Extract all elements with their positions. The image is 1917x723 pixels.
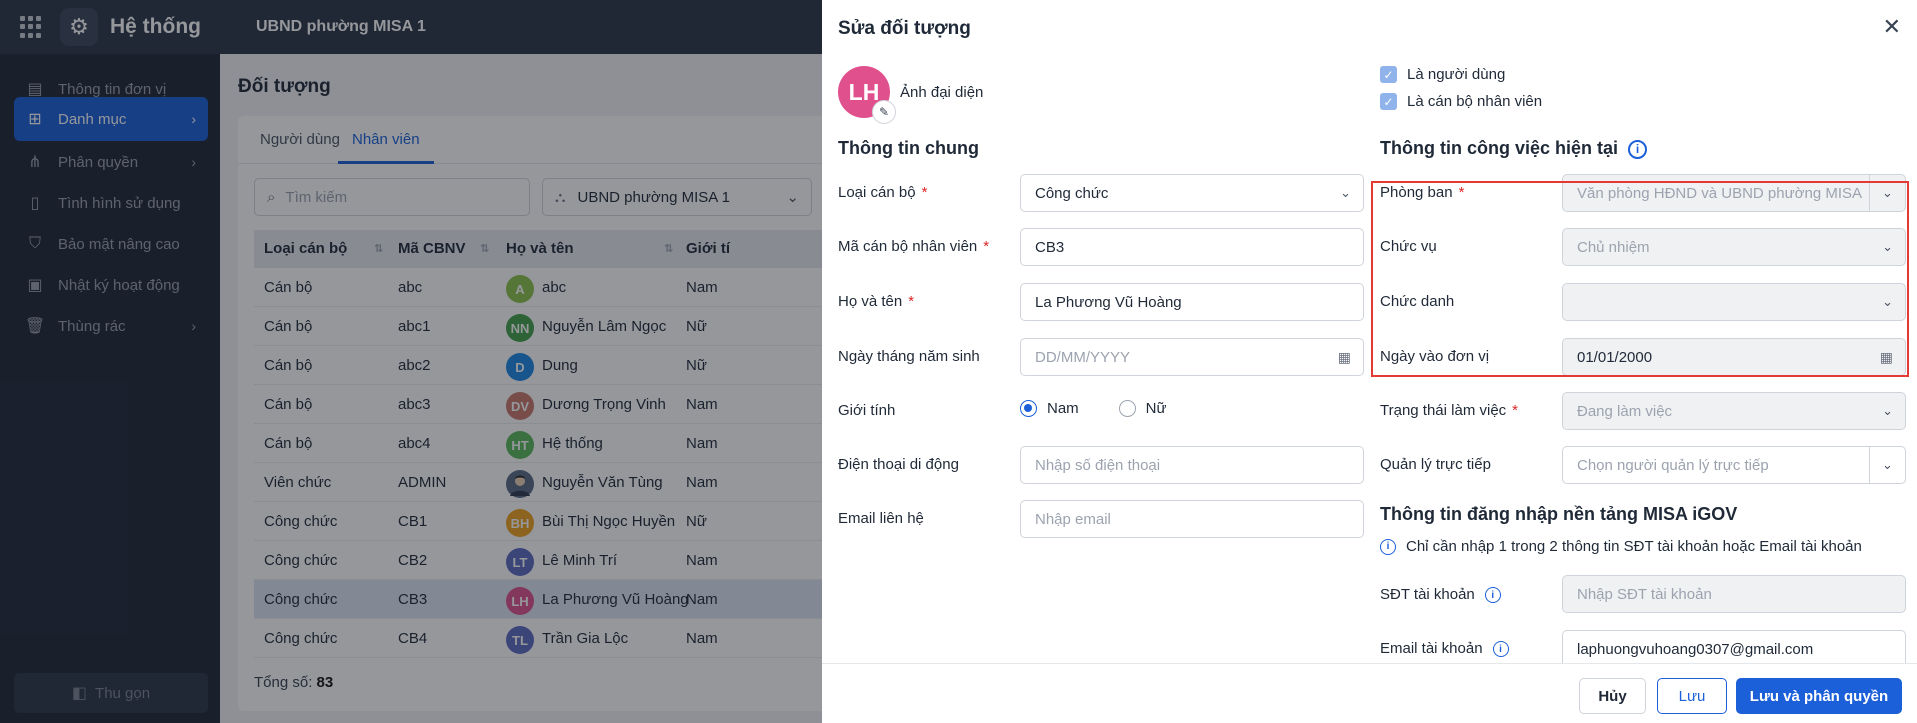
field-value: CB3 (1035, 238, 1065, 256)
label-staff-code: Mã cán bộ nhân viên * (838, 238, 989, 255)
edit-panel: Sửa đối tượng ✕ LH ✎ Ảnh đại diện ✓ Là ng… (822, 0, 1917, 723)
login-note: i Chỉ cần nhập 1 trong 2 thông tin SĐT tà… (1380, 538, 1862, 555)
label-full-name: Họ và tên * (838, 293, 914, 310)
label-text: SĐT tài khoản (1380, 586, 1475, 603)
field-placeholder: Nhập SĐT tài khoản (1577, 585, 1712, 603)
label-birth-date: Ngày tháng năm sinh (838, 348, 980, 365)
save-button[interactable]: Lưu (1657, 678, 1727, 714)
field-value: La Phương Vũ Hoàng (1035, 293, 1182, 311)
mobile-input[interactable]: Nhập số điện thoại (1020, 446, 1364, 484)
avatar-label: Ảnh đại diện (900, 84, 984, 101)
pencil-icon[interactable]: ✎ (872, 100, 896, 124)
staff-type-select[interactable]: Công chức ⌄ (1020, 174, 1364, 212)
gender-radio-group: Nam Nữ (1020, 400, 1167, 417)
label-staff-type: Loại cán bộ * (838, 184, 927, 201)
label-text: Loại cán bộ (838, 184, 916, 201)
contact-email-input[interactable]: Nhập email (1020, 500, 1364, 538)
label-account-phone: SĐT tài khoản i (1380, 586, 1501, 604)
info-icon[interactable]: i (1492, 641, 1509, 658)
note-text: Chỉ cần nhập 1 trong 2 thông tin SĐT tài… (1406, 538, 1862, 555)
label-mobile: Điện thoại di động (838, 456, 959, 473)
field-placeholder: Chọn người quản lý trực tiếp (1577, 456, 1769, 474)
checkbox-is-staff[interactable]: ✓ Là cán bộ nhân viên (1380, 93, 1542, 110)
radio-female[interactable] (1118, 400, 1136, 417)
radio-male[interactable] (1020, 400, 1037, 417)
section-title-job: Thông tin công việc hiện tại i (1380, 138, 1648, 159)
manager-select[interactable]: Chọn người quản lý trực tiếp ⌄ (1562, 446, 1906, 484)
section-title-login: Thông tin đăng nhập nền tảng MISA iGOV (1380, 504, 1738, 524)
info-icon: i (1380, 538, 1396, 555)
checkmark-icon: ✓ (1380, 66, 1397, 83)
label-gender: Giới tính (838, 402, 896, 419)
panel-footer: Hủy Lưu Lưu và phân quyền (822, 663, 1917, 723)
chevron-down-icon[interactable]: ⌄ (1869, 447, 1905, 483)
field-value: Công chức (1035, 184, 1109, 202)
checkbox-label: Là người dùng (1407, 66, 1506, 83)
staff-code-input[interactable]: CB3 (1020, 228, 1364, 266)
label-text: Họ và tên (838, 293, 903, 310)
checkbox-is-user[interactable]: ✓ Là người dùng (1380, 66, 1505, 83)
label-text: Trạng thái làm việc (1380, 402, 1507, 419)
label-contact-email: Email liên hệ (838, 510, 924, 527)
section-title-text: Thông tin công việc hiện tại (1380, 138, 1619, 158)
close-icon[interactable]: ✕ (1883, 14, 1901, 40)
checkbox-label: Là cán bộ nhân viên (1407, 93, 1543, 110)
full-name-input[interactable]: La Phương Vũ Hoàng (1020, 283, 1364, 321)
panel-title: Sửa đối tượng (838, 18, 971, 39)
cancel-button[interactable]: Hủy (1579, 678, 1646, 714)
label-work-status: Trạng thái làm việc * (1380, 402, 1518, 419)
field-value: Đang làm việc (1577, 402, 1673, 420)
required-mark: * (983, 238, 990, 255)
required-mark: * (1512, 402, 1519, 419)
save-and-assign-button[interactable]: Lưu và phân quyền (1736, 678, 1902, 714)
checkmark-icon: ✓ (1380, 93, 1397, 110)
info-icon[interactable]: i (1628, 139, 1648, 159)
highlight-box (1371, 181, 1909, 377)
label-manager: Quản lý trực tiếp (1380, 456, 1491, 473)
field-placeholder: DD/MM/YYYY (1035, 348, 1131, 366)
required-mark: * (921, 184, 928, 201)
chevron-down-icon: ⌄ (1882, 403, 1893, 418)
radio-label: Nữ (1145, 400, 1167, 417)
label-account-email: Email tài khoản i (1380, 640, 1509, 658)
field-placeholder: Nhập email (1035, 510, 1111, 528)
chevron-down-icon: ⌄ (1340, 185, 1351, 200)
required-mark: * (908, 293, 915, 310)
work-status-select[interactable]: Đang làm việc ⌄ (1562, 392, 1906, 430)
field-value: laphuongvuhoang0307@gmail.com (1577, 640, 1814, 658)
app-root: ⚙ Hệ thống UBND phường MISA 1 ▤ Thông tin… (0, 0, 1917, 723)
account-phone-input[interactable]: Nhập SĐT tài khoản (1562, 575, 1906, 613)
calendar-icon[interactable]: ▦ (1338, 349, 1351, 366)
modal-overlay[interactable] (0, 0, 822, 723)
info-icon[interactable]: i (1484, 587, 1501, 604)
label-text: Mã cán bộ nhân viên (838, 238, 978, 255)
label-text: Email tài khoản (1380, 640, 1483, 657)
field-placeholder: Nhập số điện thoại (1035, 456, 1161, 474)
birth-date-input[interactable]: DD/MM/YYYY ▦ (1020, 338, 1364, 376)
section-title-general: Thông tin chung (838, 138, 979, 158)
radio-label: Nam (1047, 400, 1079, 417)
